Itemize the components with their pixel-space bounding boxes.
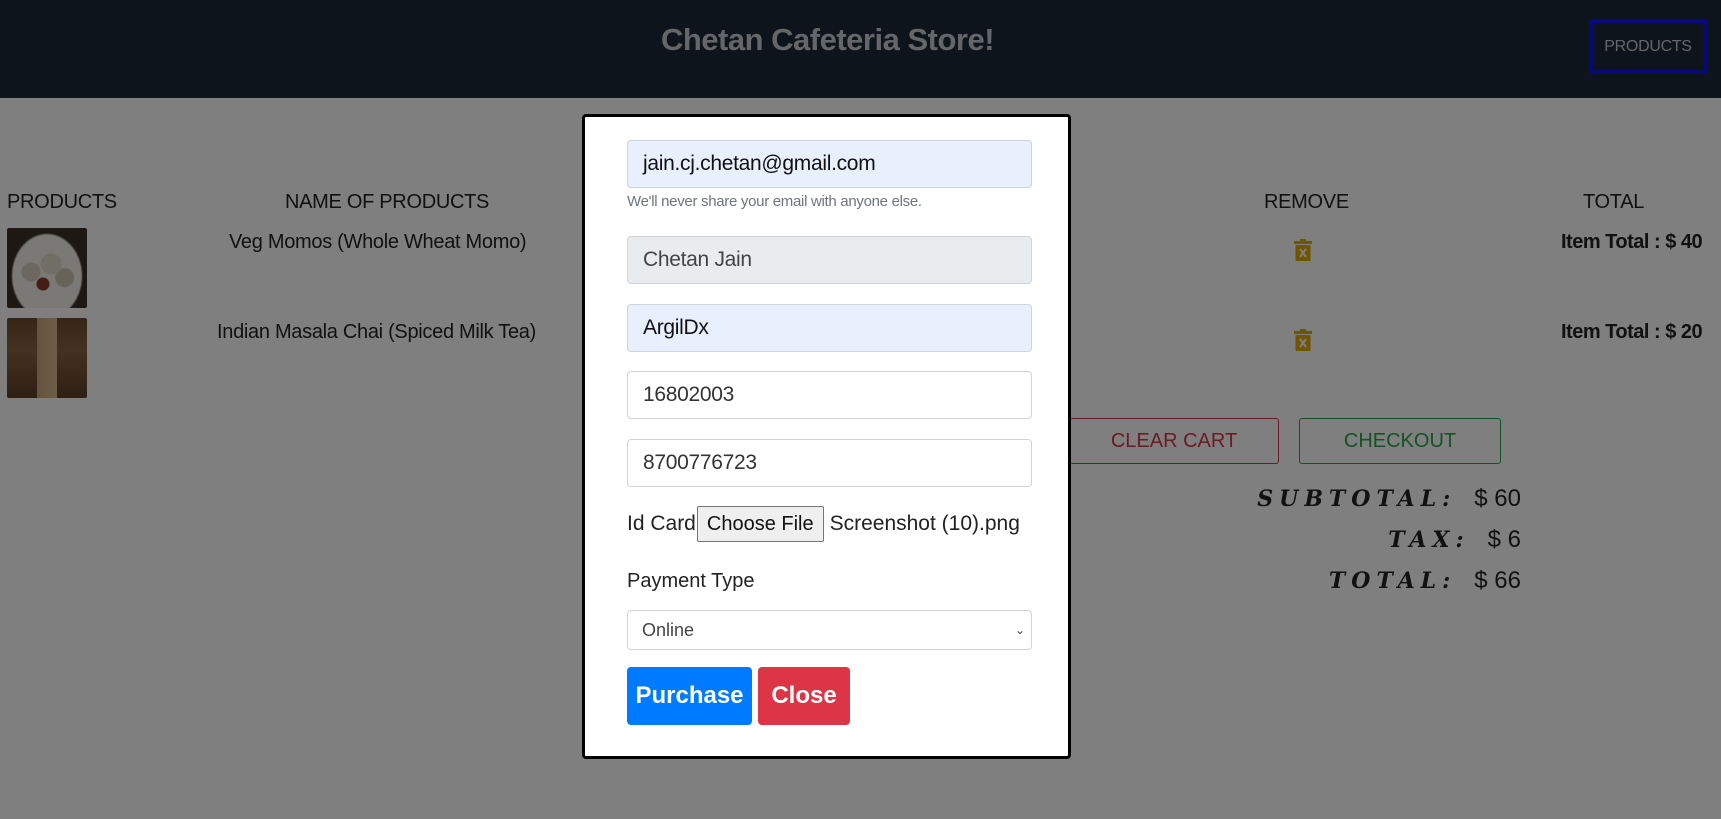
id-card-label: Id Card (627, 512, 696, 535)
close-button[interactable]: Close (758, 667, 850, 725)
id-field[interactable]: ArgilDx (627, 304, 1032, 352)
email-help-text: We'll never share your email with anyone… (627, 193, 922, 210)
phone-field[interactable]: 8700776723 (627, 439, 1032, 487)
purchase-button[interactable]: Purchase (627, 667, 752, 725)
checkout-modal: jain.cj.chetan@gmail.com We'll never sha… (582, 114, 1071, 759)
number-field[interactable]: 16802003 (627, 371, 1032, 419)
payment-type-value: Online (642, 620, 695, 640)
file-name: Screenshot (10).png (829, 512, 1020, 535)
choose-file-button[interactable]: Choose File (696, 506, 824, 542)
payment-type-select[interactable]: Online ⌄ (627, 610, 1032, 650)
payment-type-label: Payment Type (627, 570, 755, 592)
chevron-down-icon: ⌄ (1014, 623, 1025, 637)
id-card-row: Id Card Choose File Screenshot (10).png (627, 506, 1020, 542)
name-field[interactable]: Chetan Jain (627, 236, 1032, 284)
email-field[interactable]: jain.cj.chetan@gmail.com (627, 140, 1032, 188)
